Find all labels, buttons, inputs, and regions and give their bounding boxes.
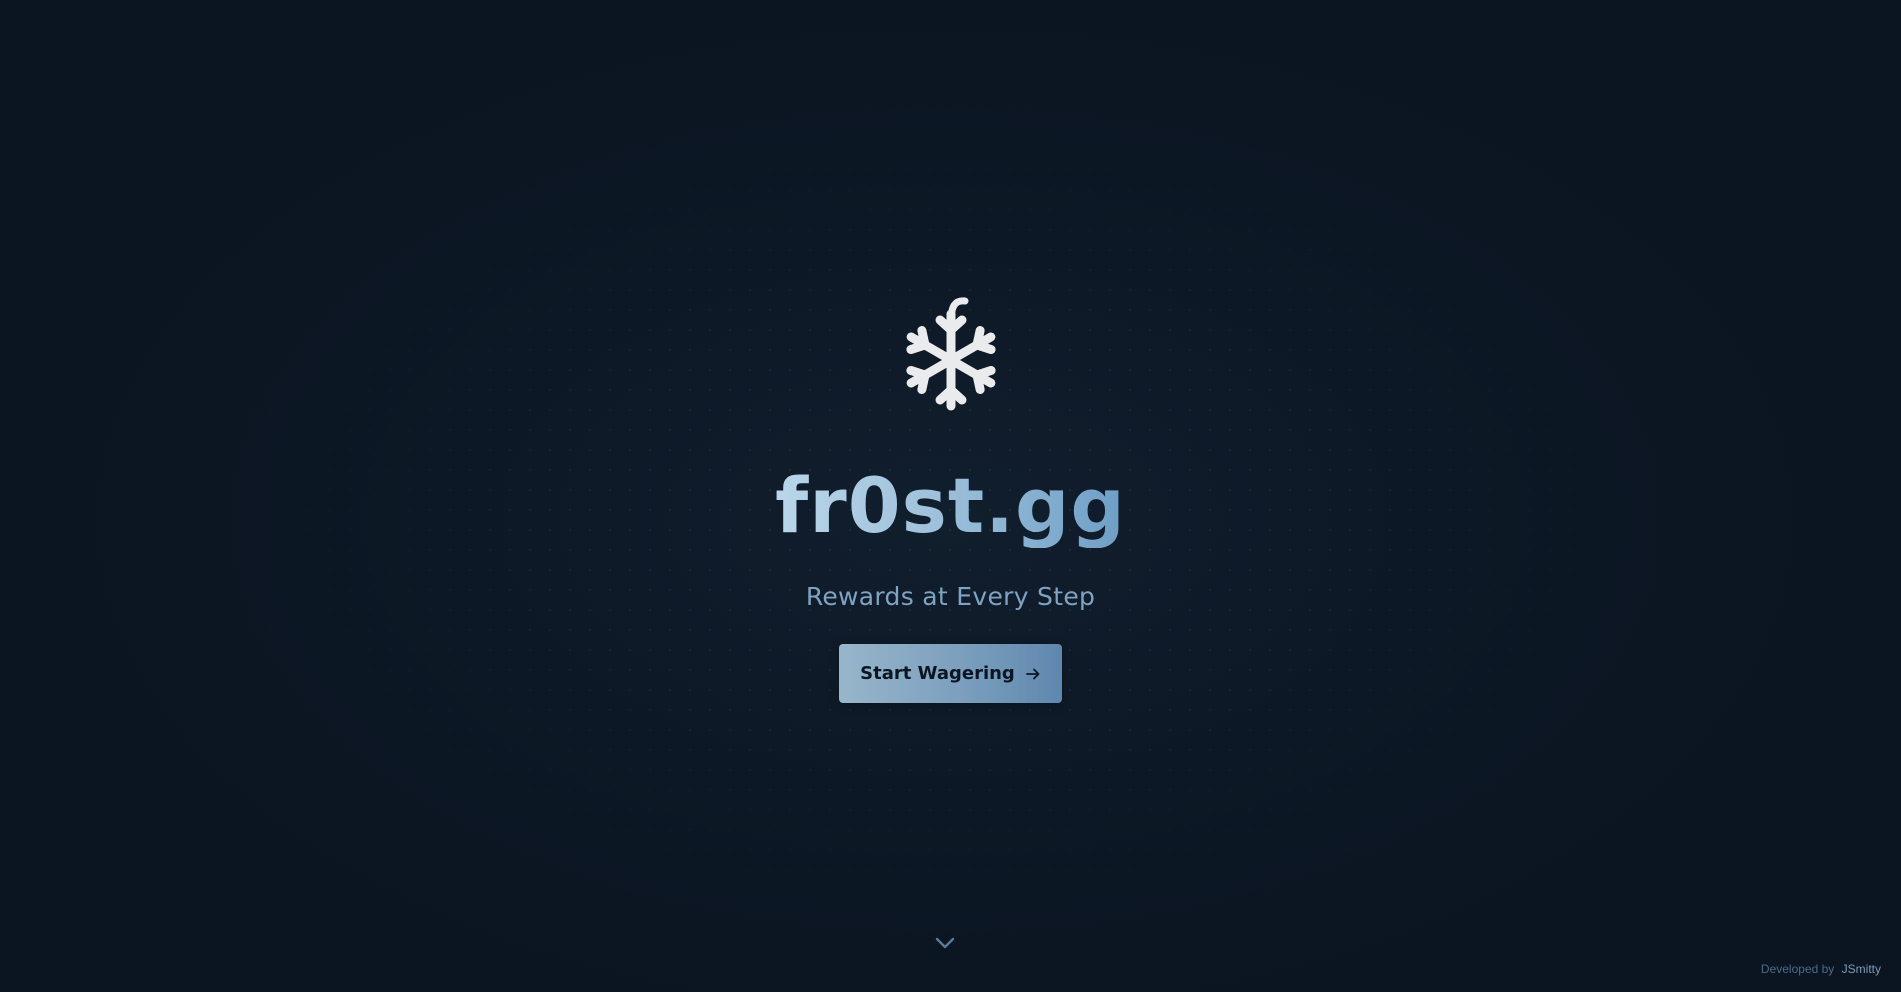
start-wagering-label: Start Wagering xyxy=(860,663,1015,684)
brand-tagline: Rewards at Every Step xyxy=(805,582,1096,611)
landing-page: fr0st.gg Rewards at Every Step Start Wag… xyxy=(0,0,1901,992)
arrow-right-icon xyxy=(1025,668,1040,679)
credit-author-link[interactable]: JSmitty xyxy=(1842,962,1881,976)
snowflake-icon xyxy=(905,297,996,411)
hero-section: fr0st.gg Rewards at Every Step Start Wag… xyxy=(0,292,1901,703)
brand-title: fr0st.gg xyxy=(775,461,1126,550)
developer-credit: Developed by JSmitty xyxy=(1761,962,1881,976)
credit-prefix: Developed by xyxy=(1760,962,1835,976)
start-wagering-button[interactable]: Start Wagering xyxy=(839,644,1062,703)
chevron-down-icon[interactable] xyxy=(935,936,955,950)
